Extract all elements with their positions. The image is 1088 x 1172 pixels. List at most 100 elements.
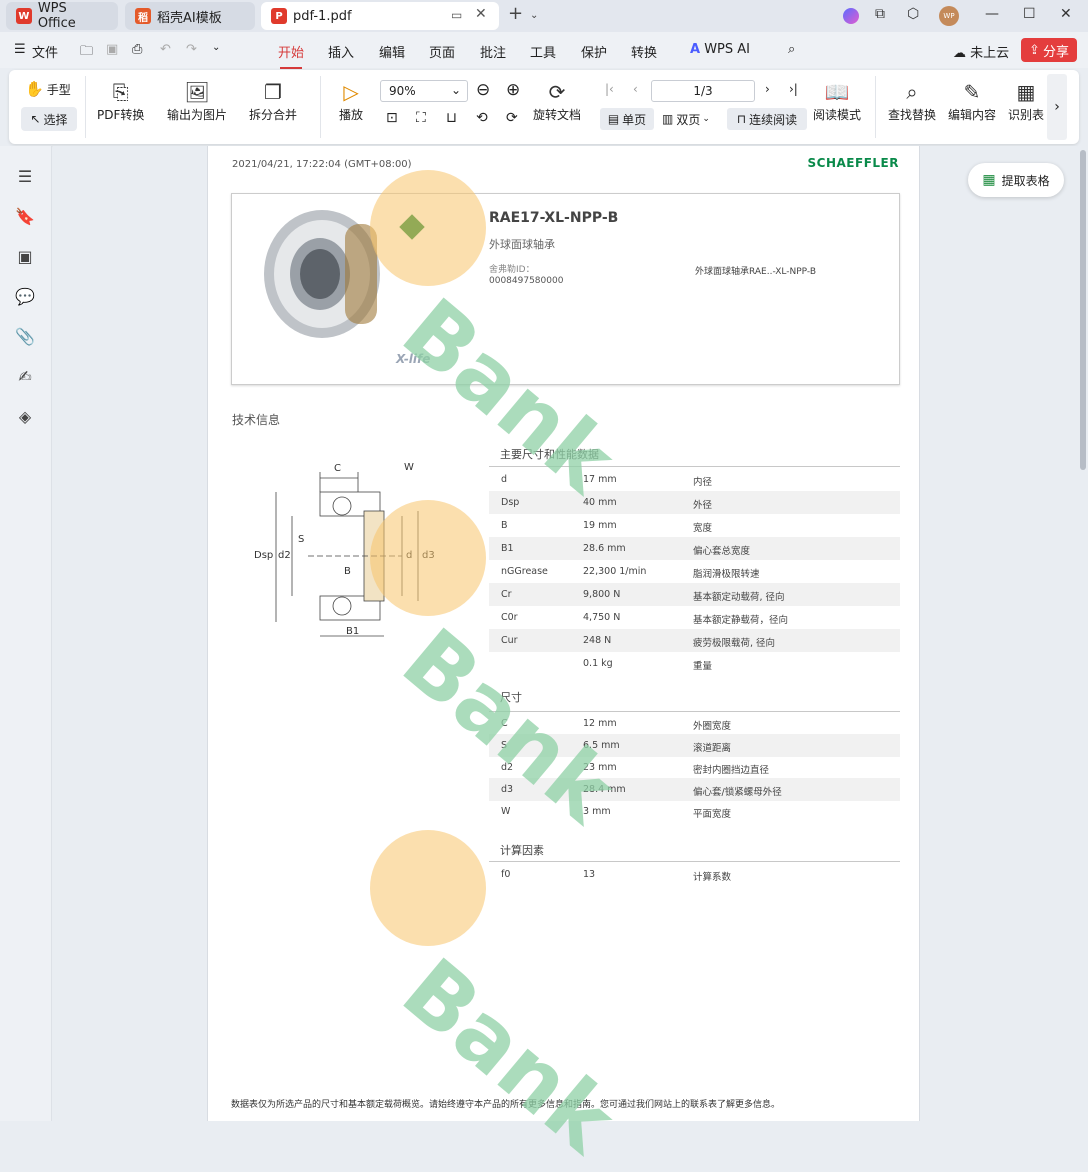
actual-size-icon[interactable]: ⊡	[386, 110, 398, 126]
rotate-right-icon[interactable]: ⟳	[506, 110, 518, 126]
rotate-document-button[interactable]: ⟳ 旋转文档	[533, 78, 581, 123]
tab-label: WPS Office	[37, 1, 76, 31]
edit-content-icon: ✎	[963, 80, 981, 104]
value-cell: 22,300 1/min	[583, 566, 647, 577]
ribbon-toolbar: ✋ 手型 ↖ 选择 ⎘ PDF转换 🖼 输出为图片 ❐ 拆分合并 ▷ 播放 90% ⌄ …	[9, 70, 1079, 144]
chevron-down-icon[interactable]: ⌄	[530, 10, 538, 21]
select-tool-button[interactable]: ↖ 选择	[21, 107, 77, 131]
diagram-label-b: B	[344, 566, 351, 577]
continuous-label: 连续阅读	[749, 112, 798, 127]
open-folder-icon[interactable]: 🗀	[80, 42, 93, 64]
signature-icon[interactable]: ✍	[14, 366, 36, 388]
menu-tab-edit[interactable]: 编辑	[379, 42, 405, 61]
tab-pdf[interactable]: P pdf-1.pdf ▭ ✕	[261, 2, 499, 30]
attachment-icon[interactable]: 📎	[14, 326, 36, 348]
scrollbar-thumb[interactable]	[1080, 150, 1086, 470]
multi-window-icon[interactable]: ⧉	[875, 6, 885, 22]
cube-icon[interactable]: ⬡	[907, 6, 919, 22]
hamburger-icon[interactable]: ☰	[14, 42, 26, 57]
value-cell: 19 mm	[583, 520, 617, 531]
double-page-button[interactable]: ▥ 双页 ⌄	[662, 108, 710, 130]
value-cell: 17 mm	[583, 474, 617, 485]
continuous-reading-button[interactable]: ⊓ 连续阅读	[727, 108, 807, 130]
tab-docer[interactable]: 稻 稻壳AI模板	[125, 2, 255, 30]
value-cell: 40 mm	[583, 497, 617, 508]
zoom-select[interactable]: 90% ⌄	[380, 80, 468, 102]
menu-tab-annotate[interactable]: 批注	[480, 42, 506, 61]
tab-wps-office[interactable]: W WPS Office	[6, 1, 118, 31]
single-page-button[interactable]: ▤ 单页	[600, 108, 654, 130]
menu-tab-page[interactable]: 页面	[429, 42, 455, 61]
thumbnail-icon[interactable]: ▣	[14, 246, 36, 268]
split-merge-button[interactable]: ❐ 拆分合并	[249, 78, 297, 123]
first-page-icon[interactable]: |‹	[605, 82, 614, 96]
menu-wps-ai[interactable]: A WPS AI	[690, 42, 750, 57]
outline-icon[interactable]: ☰	[14, 166, 36, 188]
play-button[interactable]: ▷ 播放	[339, 78, 363, 123]
recognize-table-button[interactable]: ▦ 识别表	[1008, 78, 1044, 123]
extract-table-button[interactable]: ▦ 提取表格	[968, 163, 1064, 197]
page-indicator-input[interactable]: 1/3	[651, 80, 755, 102]
read-mode-label: 阅读模式	[813, 108, 862, 122]
menu-file[interactable]: 文件	[32, 42, 58, 61]
product-name: RAE17-XL-NPP-B	[489, 210, 619, 226]
more-chevron-icon[interactable]: ⌄	[212, 42, 220, 53]
fit-page-icon[interactable]: ⛶	[416, 110, 426, 126]
avatar[interactable]: WP	[939, 6, 959, 26]
fit-width-icon[interactable]: ⊔	[446, 110, 457, 126]
search-icon: ⌕	[906, 80, 918, 104]
comment-icon[interactable]: 💬	[14, 286, 36, 308]
menu-tab-tools[interactable]: 工具	[530, 42, 556, 61]
menu-tab-start[interactable]: 开始	[278, 42, 304, 69]
table-row: f0 13 计算系数	[489, 863, 900, 886]
vertical-scrollbar[interactable]	[1078, 146, 1088, 1121]
print-icon[interactable]: ⎙	[132, 42, 142, 57]
maximize-icon[interactable]: ☐	[1023, 6, 1036, 22]
menu-tab-convert[interactable]: 转换	[631, 42, 657, 61]
value-cell: 0.1 kg	[583, 658, 613, 669]
zoom-in-icon[interactable]: ⊕	[506, 80, 520, 100]
last-page-icon[interactable]: ›|	[789, 82, 798, 96]
description-cell: 基本额定静载荷，径向	[693, 615, 789, 626]
close-tab-icon[interactable]: ✕	[475, 6, 487, 22]
minimize-icon[interactable]: —	[985, 6, 999, 22]
next-page-icon[interactable]: ›	[765, 82, 770, 96]
close-icon[interactable]: ✕	[1060, 6, 1072, 22]
zoom-out-icon[interactable]: ⊖	[476, 80, 490, 100]
rotate-left-icon[interactable]: ⟲	[476, 110, 488, 126]
undo-icon[interactable]: ↶	[160, 42, 171, 57]
table-row: S 6.5 mm 滚道距离	[489, 734, 900, 757]
cloud-upload-icon: ☁	[953, 46, 966, 61]
hand-tool-button[interactable]: ✋ 手型	[25, 80, 71, 98]
layers-icon[interactable]: ◈	[14, 406, 36, 428]
pdf-convert-button[interactable]: ⎘ PDF转换	[97, 78, 144, 123]
toolbar-scroll-right[interactable]: ›	[1047, 74, 1067, 140]
menu-tab-protect[interactable]: 保护	[581, 42, 607, 61]
cloud-status[interactable]: ☁ 未上云	[953, 42, 1009, 61]
diagram-label-c: C	[334, 463, 341, 474]
redo-icon[interactable]: ↷	[186, 42, 197, 57]
symbol-cell: d3	[501, 784, 514, 795]
table-row: W 3 mm 平面宽度	[489, 800, 900, 823]
double-page-icon: ▥	[662, 112, 674, 126]
new-tab-icon[interactable]: +	[508, 3, 523, 24]
symbol-cell: Cur	[501, 635, 518, 646]
table-row: 0.1 kg 重量	[489, 652, 900, 675]
read-mode-button[interactable]: 📖 阅读模式	[813, 78, 861, 123]
search-icon[interactable]: ⌕	[788, 42, 795, 57]
export-image-button[interactable]: 🖼 输出为图片	[167, 78, 227, 123]
pdf-convert-label: PDF转换	[97, 108, 145, 122]
prev-page-icon[interactable]: ‹	[633, 82, 638, 96]
bookmark-icon[interactable]: 🔖	[14, 206, 36, 228]
menu-tab-insert[interactable]: 插入	[328, 42, 354, 61]
edit-content-button[interactable]: ✎ 编辑内容	[948, 78, 996, 123]
value-cell: 28.6 mm	[583, 543, 626, 554]
diagram-label-dsp: Dsp	[254, 550, 273, 561]
value-cell: 9,800 N	[583, 589, 621, 600]
window-icon[interactable]: ▭	[451, 8, 462, 22]
find-replace-button[interactable]: ⌕ 查找替换	[888, 78, 936, 123]
ai-assistant-icon[interactable]	[843, 8, 859, 24]
save-icon[interactable]: ▣	[106, 42, 118, 57]
dimensions-heading: 尺寸	[500, 691, 522, 704]
share-button[interactable]: ⇪ 分享	[1021, 38, 1077, 62]
